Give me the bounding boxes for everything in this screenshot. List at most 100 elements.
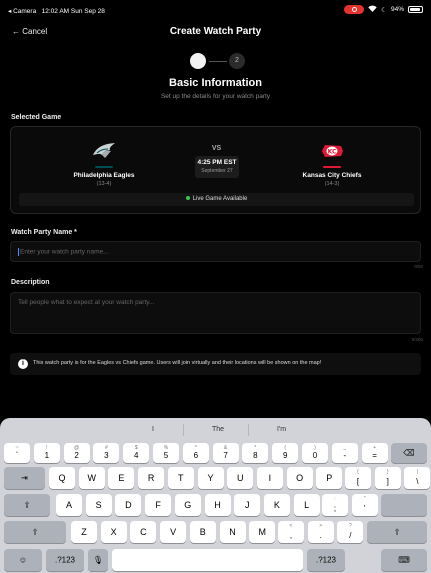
- key-punct-1[interactable]: " ': [351, 494, 378, 516]
- key-u[interactable]: U: [227, 467, 254, 489]
- suggestion-3[interactable]: I'm: [277, 426, 286, 433]
- key-n[interactable]: N: [219, 521, 246, 543]
- key-k[interactable]: K: [263, 494, 290, 516]
- key-r[interactable]: R: [138, 467, 165, 489]
- emoji-key[interactable]: ☺: [4, 549, 42, 571]
- key-g[interactable]: G: [174, 494, 201, 516]
- info-icon: i: [18, 359, 28, 369]
- delete-key[interactable]: ⌫: [391, 443, 427, 463]
- key-3[interactable]: #3: [93, 443, 120, 463]
- moon-icon: ☾: [381, 6, 387, 14]
- key-w[interactable]: W: [78, 467, 105, 489]
- key-5[interactable]: % 5: [153, 443, 179, 463]
- home-team-color-bar: [95, 166, 113, 168]
- onscreen-keyboard: I The I'm ~ `! 1 @2 #3 $4% 5 ^ 6 & 7 * 8(9) 0 _ - + = ⌫ ⇥ Q W…: [0, 418, 431, 573]
- suggestion-1[interactable]: I: [152, 426, 154, 433]
- key-v[interactable]: V: [160, 521, 187, 543]
- numbers-key-right[interactable]: .?123: [307, 549, 345, 571]
- key-9[interactable]: (9: [272, 443, 299, 463]
- key-o[interactable]: O: [286, 467, 313, 489]
- live-game-badge: Live Game Available: [19, 193, 414, 206]
- key-bracket-2[interactable]: | \: [404, 467, 431, 489]
- selected-game-label: Selected Game: [11, 114, 62, 121]
- key-0[interactable]: ~ `: [4, 443, 30, 463]
- key-2[interactable]: @2: [63, 443, 90, 463]
- away-team-record: (14-3): [324, 181, 340, 187]
- status-time-date: ◂ Camera 12:02 AM Sun Sep 28: [8, 7, 105, 15]
- game-card[interactable]: Philadelphia Eagles (13-4) VS 4:25 PM ES…: [10, 126, 421, 214]
- key-t[interactable]: T: [167, 467, 194, 489]
- screen-recording-icon[interactable]: [344, 5, 365, 14]
- description-input[interactable]: Tell people what to expect at your watch…: [10, 292, 421, 334]
- suggestion-2[interactable]: The: [212, 426, 224, 433]
- step-indicator: 2: [0, 52, 431, 70]
- key-bracket-1[interactable]: }]: [374, 467, 401, 489]
- live-game-label: Live Game Available: [192, 196, 248, 202]
- key-8[interactable]: * 8: [242, 443, 269, 463]
- tab-key[interactable]: ⇥: [4, 467, 45, 489]
- game-date: September 27: [201, 168, 233, 174]
- key-d[interactable]: D: [115, 494, 142, 516]
- key-j[interactable]: J: [234, 494, 261, 516]
- description-placeholder: Tell people what to expect at your watch…: [18, 299, 155, 306]
- dictation-key[interactable]: 🎙: [88, 549, 108, 571]
- key-z[interactable]: Z: [71, 521, 97, 543]
- section-subtitle: Set up the details for your watch party: [160, 93, 271, 100]
- status-bar: ◂ Camera 12:02 AM Sun Sep 28 ☾ 94%: [0, 0, 431, 20]
- suggestion-bar: I The I'm: [0, 418, 431, 442]
- clock-date: 12:02 AM Sun Sep 28: [41, 8, 105, 15]
- return-key[interactable]: [381, 494, 427, 516]
- name-field-label: Watch Party Name *: [11, 229, 77, 236]
- key-y[interactable]: Y: [197, 467, 224, 489]
- key-h[interactable]: H: [204, 494, 231, 516]
- live-indicator-icon: [185, 196, 190, 201]
- step-connector: [209, 61, 227, 62]
- name-placeholder: Enter your watch party name...: [20, 248, 109, 256]
- watch-party-name-input[interactable]: Enter your watch party name...: [10, 241, 421, 262]
- key-punct-0[interactable]: :;: [322, 494, 348, 516]
- key-p[interactable]: P: [316, 467, 343, 489]
- wifi-icon: [368, 5, 377, 14]
- key-punct-z-1[interactable]: >.: [307, 521, 334, 543]
- key-10[interactable]: ) 0: [302, 443, 328, 463]
- hide-keyboard-key[interactable]: ⌨: [381, 549, 427, 571]
- key-12[interactable]: + =: [361, 443, 388, 463]
- key-6[interactable]: ^ 6: [182, 443, 209, 463]
- home-team-name: Philadelphia Eagles: [73, 172, 135, 179]
- caps-lock-key[interactable]: ⇪: [4, 494, 50, 516]
- key-e[interactable]: E: [108, 467, 135, 489]
- key-l[interactable]: L: [293, 494, 320, 516]
- key-m[interactable]: M: [249, 521, 276, 543]
- key-bracket-0[interactable]: {[: [345, 467, 371, 489]
- shift-left-key[interactable]: ⇧: [4, 521, 66, 543]
- battery-icon: [408, 6, 423, 13]
- svg-text:KC: KC: [328, 149, 337, 156]
- numbers-key-left[interactable]: .?123: [46, 549, 84, 571]
- away-team-color-bar: [323, 166, 341, 168]
- key-s[interactable]: S: [85, 494, 112, 516]
- info-text: This watch party is for the Eagles vs Ch…: [33, 360, 322, 366]
- key-11[interactable]: _ -: [331, 443, 358, 463]
- chiefs-logo-icon: KC: [277, 139, 387, 163]
- key-i[interactable]: I: [256, 467, 283, 489]
- key-f[interactable]: F: [145, 494, 172, 516]
- key-4[interactable]: $4: [123, 443, 150, 463]
- key-a[interactable]: A: [56, 494, 82, 516]
- key-1[interactable]: ! 1: [33, 443, 60, 463]
- space-bar[interactable]: [112, 549, 303, 571]
- shift-right-key[interactable]: ⇧: [367, 521, 427, 543]
- section-title: Basic Information: [169, 77, 262, 89]
- key-c[interactable]: C: [130, 521, 157, 543]
- key-7[interactable]: & 7: [212, 443, 239, 463]
- step-1-indicator: [190, 53, 206, 69]
- game-time: 4:25 PM EST: [197, 159, 237, 166]
- key-q[interactable]: Q: [49, 467, 75, 489]
- key-punct-z-2[interactable]: ? /: [337, 521, 364, 543]
- text-cursor: [18, 248, 19, 256]
- description-label: Description: [11, 279, 50, 286]
- battery-percent: 94%: [390, 6, 404, 13]
- key-b[interactable]: B: [189, 521, 216, 543]
- key-x[interactable]: X: [100, 521, 127, 543]
- key-punct-z-0[interactable]: <,: [278, 521, 304, 543]
- back-to-camera-link[interactable]: ◂ Camera: [8, 8, 36, 15]
